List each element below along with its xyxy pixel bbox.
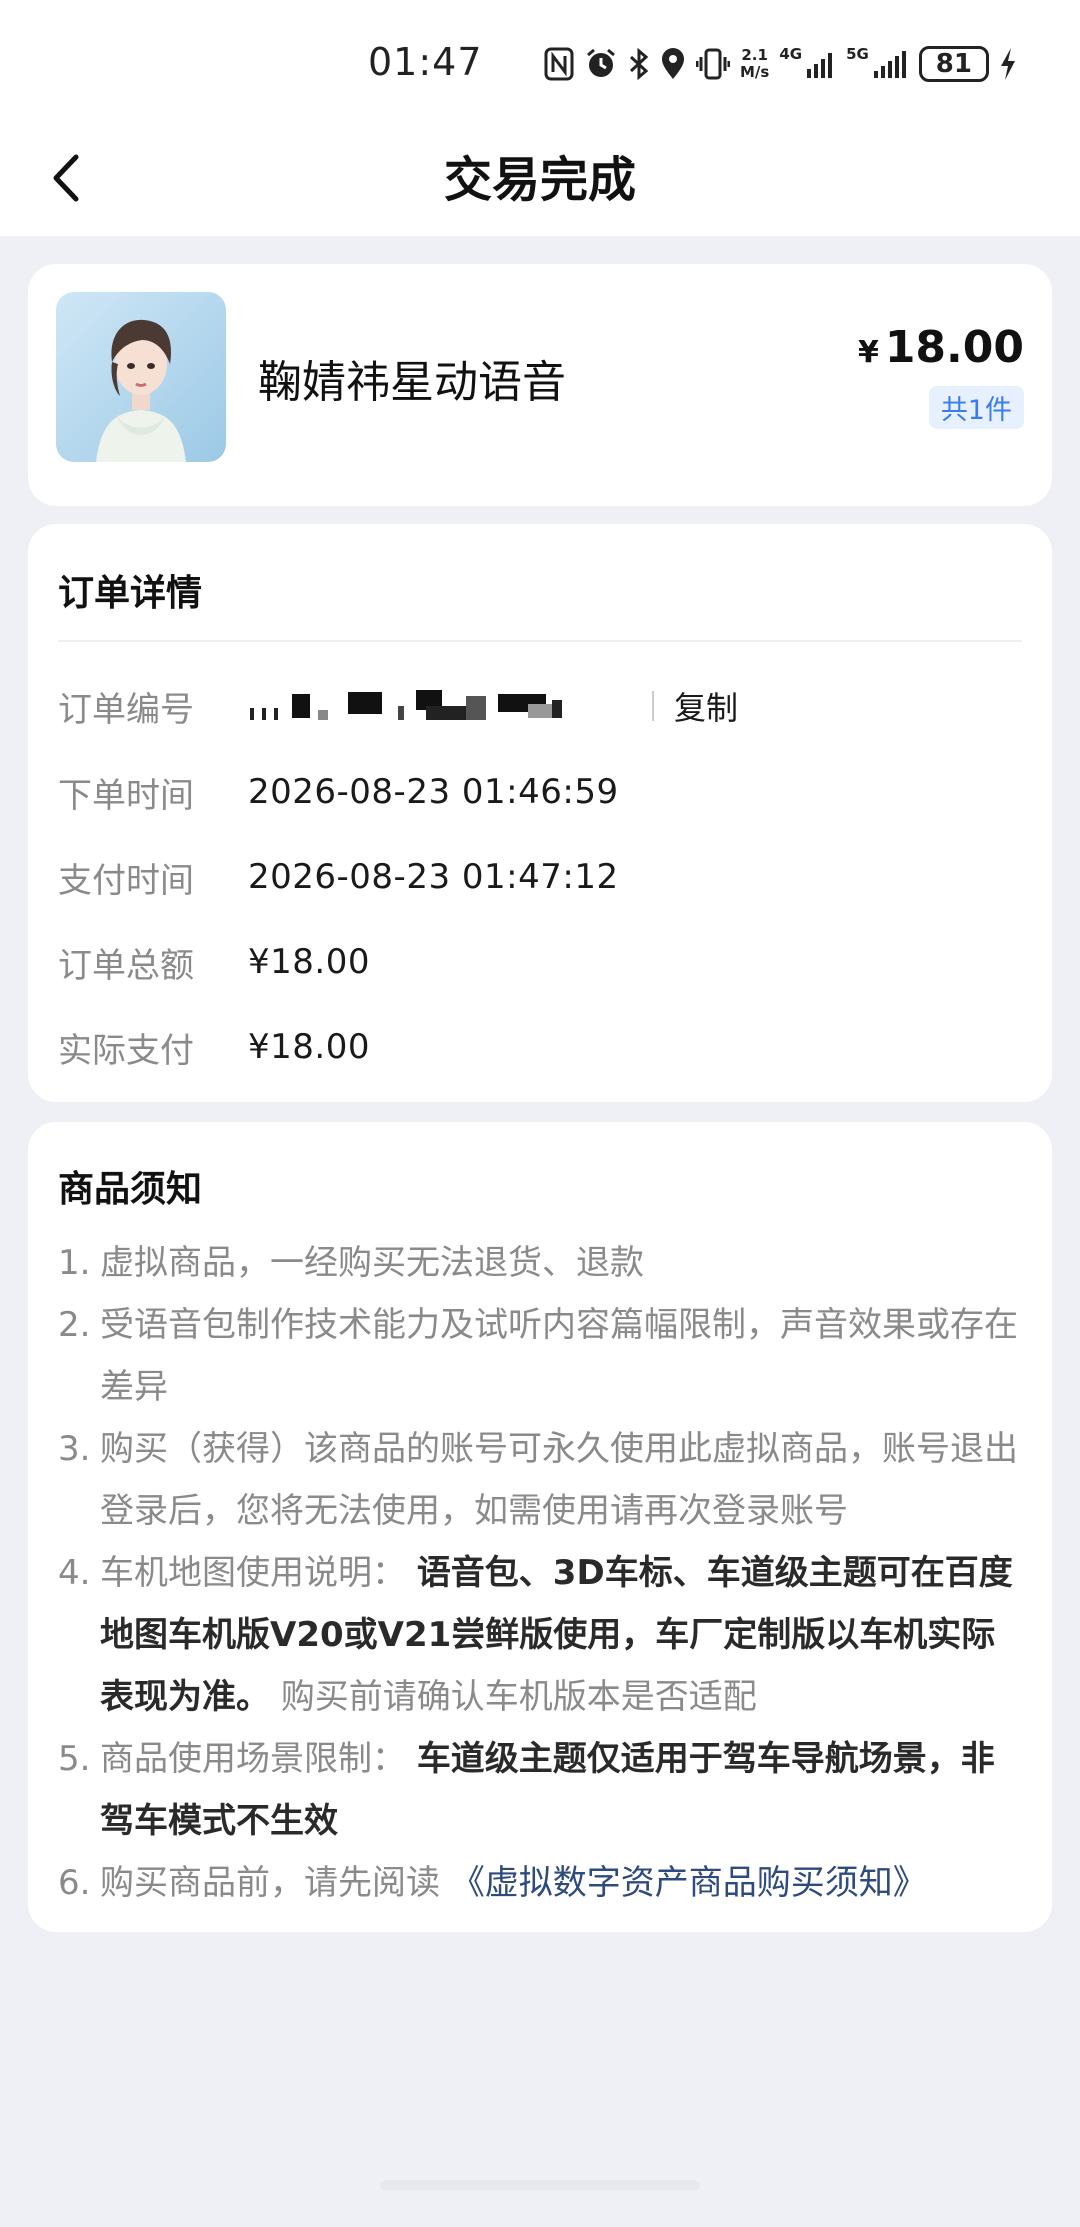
notice-text: 购买商品前，请先阅读 《虚拟数字资产商品购买须知》 — [100, 1852, 1024, 1914]
copy-button[interactable]: 复制 — [674, 683, 738, 729]
status-bar: 01:47 2.1 M/s 4G 5G 81 — [0, 30, 1080, 96]
vibrate-icon — [696, 47, 730, 81]
notice-number: 5. — [58, 1739, 91, 1779]
alarm-icon — [584, 47, 618, 81]
notice-text: 购买（获得）该商品的账号可永久使用此虚拟商品，账号退出登录后，您将无法使用，如需… — [100, 1429, 1018, 1531]
notice-item-5: 5. 商品使用场景限制： 车道级主题仅适用于驾车导航场景，非驾车模式不生效 — [58, 1728, 1024, 1852]
product-price: ¥18.00 — [858, 322, 1024, 373]
notice-text: 车机地图使用说明： 语音包、3D车标、车道级主题可在百度地图车机版V20或V21… — [100, 1542, 1024, 1728]
order-number-label: 订单编号 — [58, 689, 194, 730]
notice-item-3: 3. 购买（获得）该商品的账号可永久使用此虚拟商品，账号退出登录后，您将无法使用… — [58, 1418, 1024, 1542]
notice-title: 商品须知 — [58, 1169, 203, 1210]
price-value: 18.00 — [884, 322, 1024, 373]
notice-prefix: 商品使用场景限制： — [100, 1739, 406, 1779]
product-thumbnail — [56, 292, 226, 462]
signal-icon — [806, 49, 836, 79]
top-bar: 01:47 2.1 M/s 4G 5G 81 交易完成 — [0, 0, 1080, 236]
payment-time-value: 2026-08-23 01:47:12 — [248, 857, 619, 897]
notice-number: 4. — [58, 1553, 91, 1593]
product-name: 鞠婧祎星动语音 — [258, 357, 566, 408]
actual-payment-label: 实际支付 — [58, 1030, 194, 1071]
notice-number: 2. — [58, 1305, 91, 1345]
notice-item-1: 1. 虚拟商品，一经购买无法退货、退款 — [58, 1232, 1024, 1294]
net-speed-value: 2.1 — [741, 46, 768, 64]
payment-time-label: 支付时间 — [58, 860, 194, 901]
home-indicator[interactable] — [380, 2180, 700, 2190]
order-number-row: 订单编号 复制 — [58, 676, 1022, 736]
order-time-value: 2026-08-23 01:46:59 — [248, 772, 619, 812]
product-card[interactable]: 鞠婧祎星动语音 ¥18.00 共1件 — [28, 264, 1052, 506]
notice-number: 6. — [58, 1863, 91, 1903]
net-speed-unit: M/s — [740, 63, 770, 81]
notice-prefix: 车机地图使用说明： — [100, 1553, 406, 1593]
notice-suffix: 购买前请确认车机版本是否适配 — [280, 1677, 757, 1717]
notice-text: 虚拟商品，一经购买无法退货、退款 — [100, 1243, 644, 1283]
nfc-icon — [544, 47, 574, 81]
order-time-row: 下单时间 2026-08-23 01:46:59 — [58, 762, 1022, 822]
actual-payment-value: ¥18.00 — [248, 1027, 370, 1067]
currency-symbol: ¥ — [857, 335, 879, 370]
order-details-card: 订单详情 订单编号 复制 下单时间 2026-08-23 01:46:59 支付… — [28, 524, 1052, 1102]
notice-text: 商品使用场景限制： 车道级主题仅适用于驾车导航场景，非驾车模式不生效 — [100, 1728, 1024, 1852]
notice-number: 3. — [58, 1429, 91, 1469]
notice-number: 1. — [58, 1243, 91, 1283]
divider — [58, 640, 1022, 642]
quantity-badge: 共1件 — [928, 386, 1024, 429]
order-number-masked — [248, 686, 648, 726]
charging-icon — [999, 47, 1017, 81]
notice-prefix: 购买商品前，请先阅读 — [100, 1863, 440, 1903]
payment-time-row: 支付时间 2026-08-23 01:47:12 — [58, 847, 1022, 907]
actual-payment-row: 实际支付 ¥18.00 — [58, 1017, 1022, 1077]
bluetooth-icon — [628, 47, 650, 81]
signal-icon — [873, 49, 909, 79]
order-total-label: 订单总额 — [58, 945, 194, 986]
battery-level: 81 — [918, 46, 989, 82]
notice-item-6: 6. 购买商品前，请先阅读 《虚拟数字资产商品购买须知》 — [58, 1852, 1024, 1914]
notice-item-2: 2. 受语音包制作技术能力及试听内容篇幅限制，声音效果或存在差异 — [58, 1294, 1024, 1418]
purchase-terms-link[interactable]: 《虚拟数字资产商品购买须知》 — [451, 1863, 927, 1903]
notice-list: 1. 虚拟商品，一经购买无法退货、退款 2. 受语音包制作技术能力及试听内容篇幅… — [58, 1232, 1024, 1914]
order-time-label: 下单时间 — [58, 775, 194, 816]
product-notice-card: 商品须知 1. 虚拟商品，一经购买无法退货、退款 2. 受语音包制作技术能力及试… — [28, 1122, 1052, 1932]
signal-1-label: 4G — [779, 45, 803, 63]
status-icons: 2.1 M/s 4G 5G 81 — [544, 42, 1017, 86]
copy-separator — [652, 691, 654, 721]
status-time: 01:47 — [368, 40, 483, 84]
net-speed: 2.1 M/s — [740, 47, 769, 81]
signal-2-label: 5G — [846, 45, 869, 63]
location-icon — [660, 47, 686, 81]
order-details-title: 订单详情 — [58, 573, 203, 614]
notice-item-4: 4. 车机地图使用说明： 语音包、3D车标、车道级主题可在百度地图车机版V20或… — [58, 1542, 1024, 1728]
page-title: 交易完成 — [443, 152, 636, 208]
order-total-row: 订单总额 ¥18.00 — [58, 932, 1022, 992]
notice-text: 受语音包制作技术能力及试听内容篇幅限制，声音效果或存在差异 — [100, 1305, 1018, 1407]
order-total-value: ¥18.00 — [248, 942, 370, 982]
